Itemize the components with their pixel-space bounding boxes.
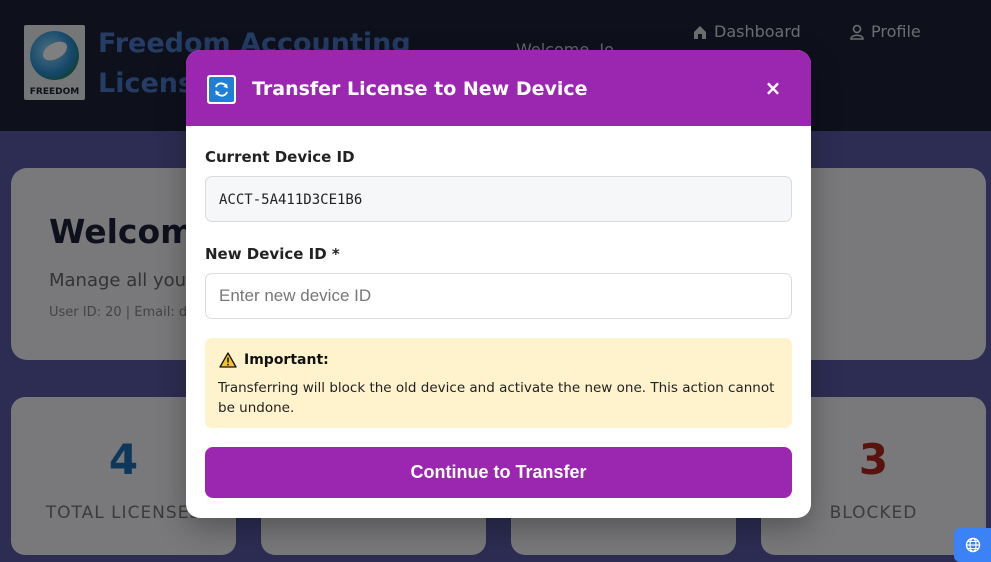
sync-icon: [209, 77, 234, 102]
warning-text: Transferring will block the old device a…: [218, 380, 775, 416]
close-icon[interactable]: ×: [761, 76, 785, 100]
warning-heading: Important:: [219, 352, 329, 368]
warning-box: Important: Transferring will block the o…: [205, 338, 792, 428]
new-device-label: New Device ID *: [205, 245, 340, 263]
new-device-id-input[interactable]: [205, 273, 792, 319]
page: FREEDOM Freedom Accounting License Manag…: [0, 0, 991, 562]
globe-icon: [965, 537, 980, 553]
current-device-id-field: ACCT-5A411D3CE1B6: [205, 176, 792, 222]
continue-transfer-button[interactable]: Continue to Transfer: [205, 447, 792, 498]
transfer-license-modal: Transfer License to New Device × Current…: [186, 50, 811, 518]
modal-title: Transfer License to New Device: [252, 78, 588, 100]
current-device-label: Current Device ID: [205, 148, 355, 166]
warning-title: Important:: [244, 352, 329, 368]
corner-widget-button[interactable]: [954, 528, 991, 562]
modal-icon-frame: [207, 75, 236, 104]
modal-header: Transfer License to New Device ×: [186, 50, 811, 126]
warning-icon: [219, 352, 237, 368]
